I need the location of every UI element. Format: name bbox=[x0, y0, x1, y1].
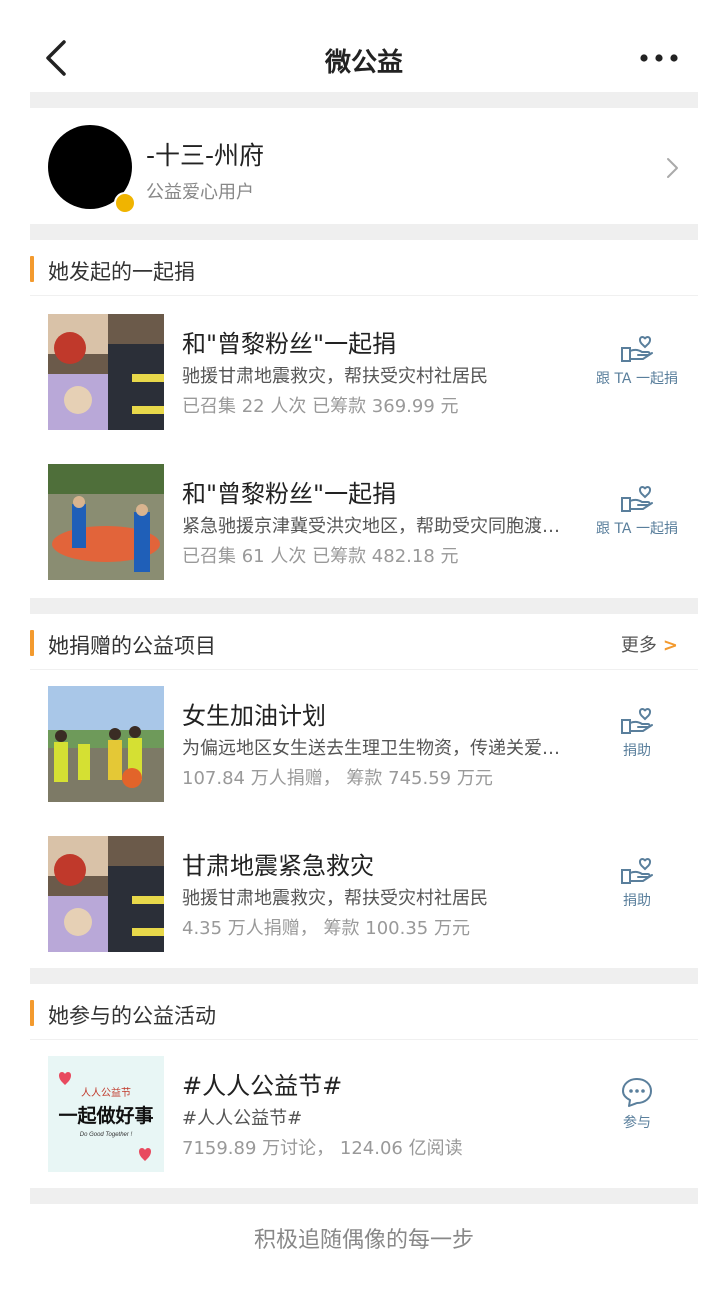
section-accent-bar bbox=[30, 1000, 34, 1026]
more-link[interactable]: 更多 > bbox=[621, 631, 678, 657]
donate-together-button[interactable]: 跟 TA 一起捐 bbox=[582, 484, 692, 564]
action-label: 参与 bbox=[623, 1115, 651, 1131]
chat-bubble-icon bbox=[622, 1078, 652, 1107]
project-thumbnail bbox=[48, 836, 164, 952]
project-stats: 已召集 61 人次 已筹款 482.18 元 bbox=[182, 546, 459, 567]
project-stats: 4.35 万人捐赠， 筹款 100.35 万元 bbox=[182, 918, 470, 939]
nav-bar: 微公益 bbox=[0, 0, 728, 92]
user-name: -十三-州府 bbox=[146, 141, 265, 170]
project-description: 紧急驰援京津冀受洪灾地区，帮助受灾同胞渡过难关 bbox=[182, 516, 562, 537]
project-description: 为偏远地区女生送去生理卫生物资，传递关爱与温暖 bbox=[182, 738, 562, 759]
section-activities-header: 她参与的公益活动 bbox=[30, 984, 698, 1040]
action-label: 跟 TA 一起捐 bbox=[596, 521, 678, 537]
project-title: 女生加油计划 bbox=[182, 702, 326, 730]
action-label: 捐助 bbox=[623, 893, 651, 909]
poster-english: Do Good Together ! bbox=[80, 1132, 133, 1138]
divider bbox=[30, 598, 698, 614]
hand-heart-icon bbox=[621, 707, 653, 734]
divider bbox=[30, 968, 698, 984]
page-title: 微公益 bbox=[324, 48, 403, 78]
list-item[interactable]: 和"曾黎粉丝"一起捐 紧急驰援京津冀受洪灾地区，帮助受灾同胞渡过难关 已召集 6… bbox=[30, 448, 698, 598]
project-title: 甘肃地震紧急救灾 bbox=[182, 852, 374, 880]
donate-button[interactable]: 捐助 bbox=[582, 856, 692, 936]
donate-button[interactable]: 捐助 bbox=[582, 706, 692, 786]
chevron-right-icon[interactable] bbox=[662, 156, 682, 180]
user-profile-row[interactable]: -十三-州府 公益爱心用户 bbox=[30, 108, 698, 232]
list-item[interactable]: 甘肃地震紧急救灾 驰援甘肃地震救灾，帮扶受灾村社居民 4.35 万人捐赠， 筹款… bbox=[30, 820, 698, 970]
project-stats: 已召集 22 人次 已筹款 369.99 元 bbox=[182, 396, 459, 417]
user-subtitle: 公益爱心用户 bbox=[146, 182, 254, 203]
activity-description: #人人公益节# bbox=[182, 1108, 303, 1129]
section-title: 她参与的公益活动 bbox=[48, 1004, 216, 1028]
more-options-button[interactable] bbox=[638, 46, 682, 70]
project-thumbnail bbox=[48, 314, 164, 430]
section-title: 她捐赠的公益项目 bbox=[48, 634, 216, 658]
project-thumbnail bbox=[48, 464, 164, 580]
list-item[interactable]: 人人公益节 一起做好事 Do Good Together ! #人人公益节# #… bbox=[30, 1040, 698, 1190]
list-item[interactable]: 和"曾黎粉丝"一起捐 驰援甘肃地震救灾，帮扶受灾村社居民 已召集 22 人次 已… bbox=[30, 298, 698, 448]
poster-slogan: 一起做好事 bbox=[58, 1104, 153, 1127]
action-label: 捐助 bbox=[623, 743, 651, 759]
section-initiated-header: 她发起的一起捐 bbox=[30, 240, 698, 296]
activity-stats: 7159.89 万讨论， 124.06 亿阅读 bbox=[182, 1138, 463, 1159]
chevron-right-icon: > bbox=[662, 635, 678, 656]
section-donated-header: 她捐赠的公益项目 更多 > bbox=[30, 614, 698, 670]
hand-heart-icon bbox=[621, 335, 653, 362]
divider bbox=[30, 1188, 698, 1204]
divider bbox=[30, 224, 698, 240]
project-description: 驰援甘肃地震救灾，帮扶受灾村社居民 bbox=[182, 888, 488, 909]
separator bbox=[30, 295, 698, 296]
project-title: 和"曾黎粉丝"一起捐 bbox=[182, 330, 397, 358]
verified-badge-icon bbox=[114, 192, 136, 214]
section-title: 她发起的一起捐 bbox=[48, 260, 195, 284]
donate-together-button[interactable]: 跟 TA 一起捐 bbox=[582, 334, 692, 414]
divider bbox=[30, 92, 698, 108]
project-title: 和"曾黎粉丝"一起捐 bbox=[182, 480, 397, 508]
section-accent-bar bbox=[30, 630, 34, 656]
list-item[interactable]: 女生加油计划 为偏远地区女生送去生理卫生物资，传递关爱与温暖 107.84 万人… bbox=[30, 670, 698, 820]
join-button[interactable]: 参与 bbox=[582, 1076, 692, 1156]
activity-poster: 人人公益节 一起做好事 Do Good Together ! bbox=[48, 1056, 164, 1172]
poster-brand: 人人公益节 bbox=[81, 1086, 131, 1099]
more-dots-icon bbox=[640, 54, 678, 62]
activity-title: #人人公益节# bbox=[182, 1072, 343, 1100]
hand-heart-icon bbox=[621, 485, 653, 512]
project-description: 驰援甘肃地震救灾，帮扶受灾村社居民 bbox=[182, 366, 488, 387]
action-label: 跟 TA 一起捐 bbox=[596, 371, 678, 387]
project-thumbnail bbox=[48, 686, 164, 802]
hand-heart-icon bbox=[621, 857, 653, 884]
more-label: 更多 bbox=[620, 635, 657, 656]
section-accent-bar bbox=[30, 256, 34, 282]
footer-caption: 积极追随偶像的每一步 bbox=[253, 1228, 474, 1253]
project-stats: 107.84 万人捐赠， 筹款 745.59 万元 bbox=[182, 768, 493, 789]
